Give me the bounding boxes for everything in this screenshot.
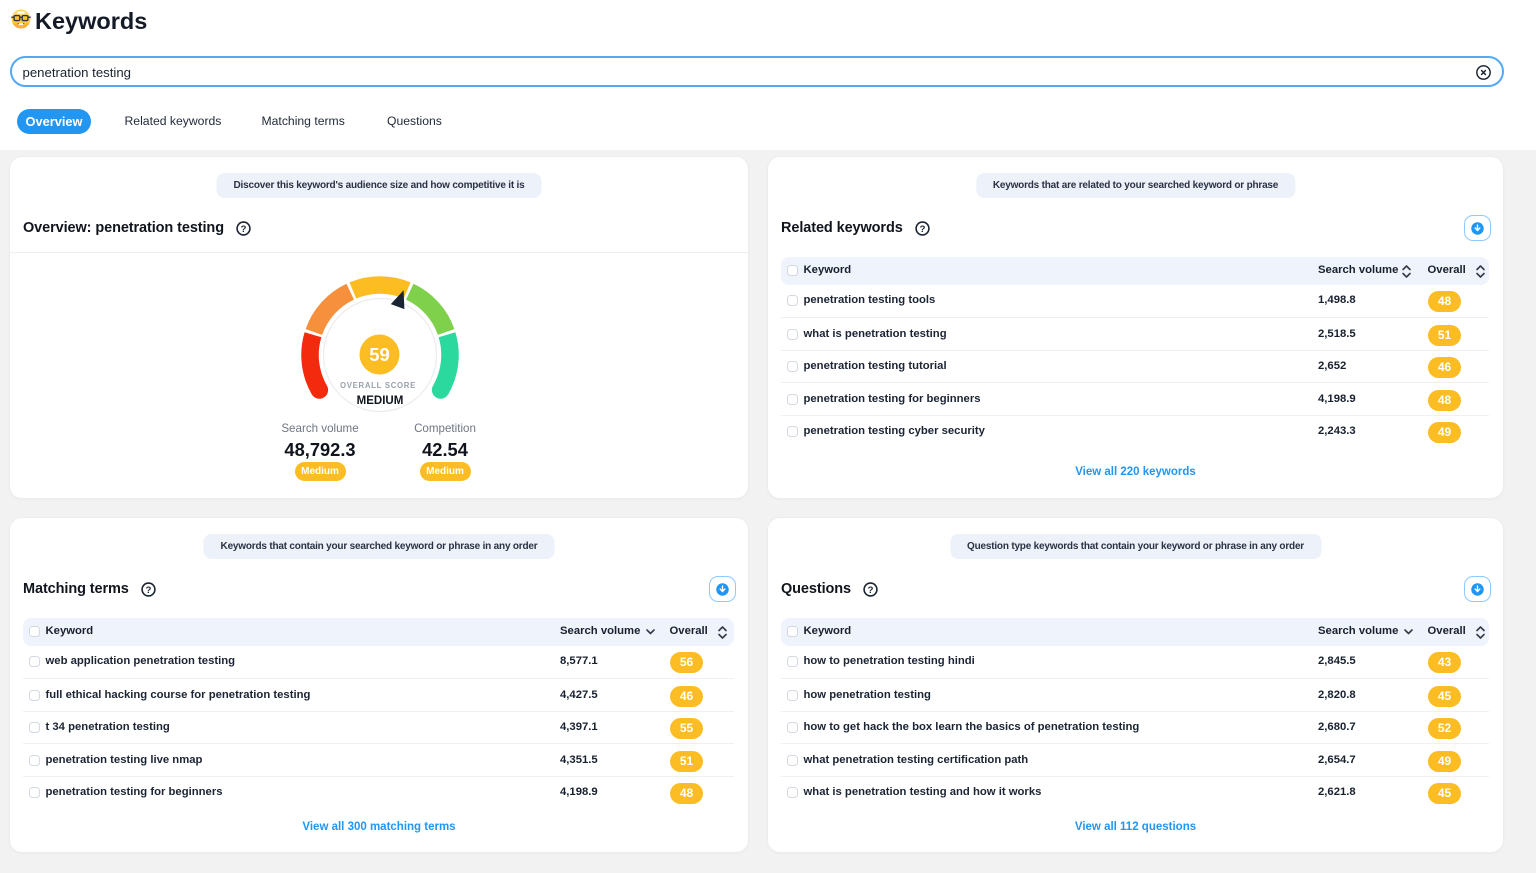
svg-text:59: 59 [369,344,390,365]
svg-text:?: ? [919,223,925,234]
svg-text:?: ? [145,584,151,595]
svg-text:?: ? [241,223,247,234]
svg-text:?: ? [868,584,874,595]
